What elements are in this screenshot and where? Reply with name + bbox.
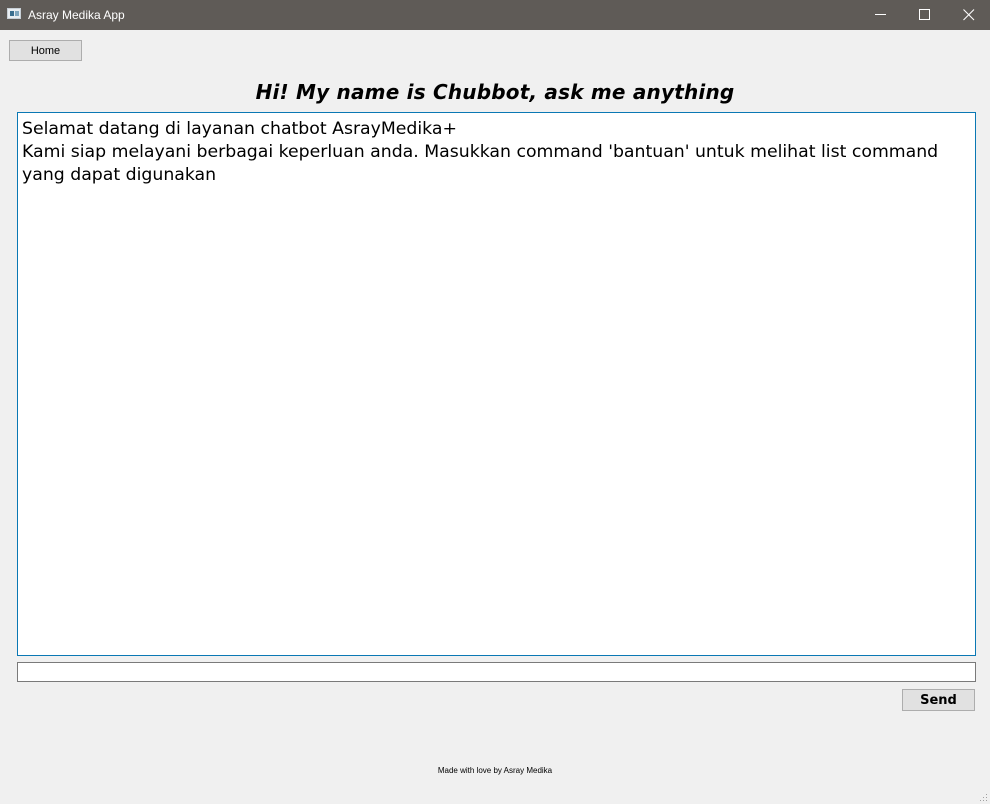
- app-icon: [7, 8, 21, 19]
- maximize-icon: [919, 9, 930, 20]
- window-title: Asray Medika App: [28, 8, 125, 22]
- footer-credit: Made with love by Asray Medika: [437, 766, 553, 775]
- minimize-icon: [875, 14, 886, 15]
- chat-message: Selamat datang di layanan chatbot AsrayM…: [22, 119, 457, 139]
- message-input[interactable]: [17, 662, 976, 682]
- chat-display[interactable]: Selamat datang di layanan chatbot AsrayM…: [17, 112, 976, 656]
- resize-grip-icon[interactable]: [978, 792, 988, 802]
- chat-message: Kami siap melayani berbagai keperluan an…: [22, 142, 939, 185]
- page-title: Hi! My name is Chubbot, ask me anything: [255, 80, 735, 104]
- close-button[interactable]: [946, 0, 990, 30]
- title-bar: Asray Medika App: [0, 0, 990, 30]
- home-button[interactable]: Home: [9, 40, 82, 61]
- minimize-button[interactable]: [858, 0, 904, 30]
- maximize-button[interactable]: [902, 0, 948, 30]
- send-button[interactable]: Send: [902, 689, 975, 711]
- close-icon: [963, 9, 975, 21]
